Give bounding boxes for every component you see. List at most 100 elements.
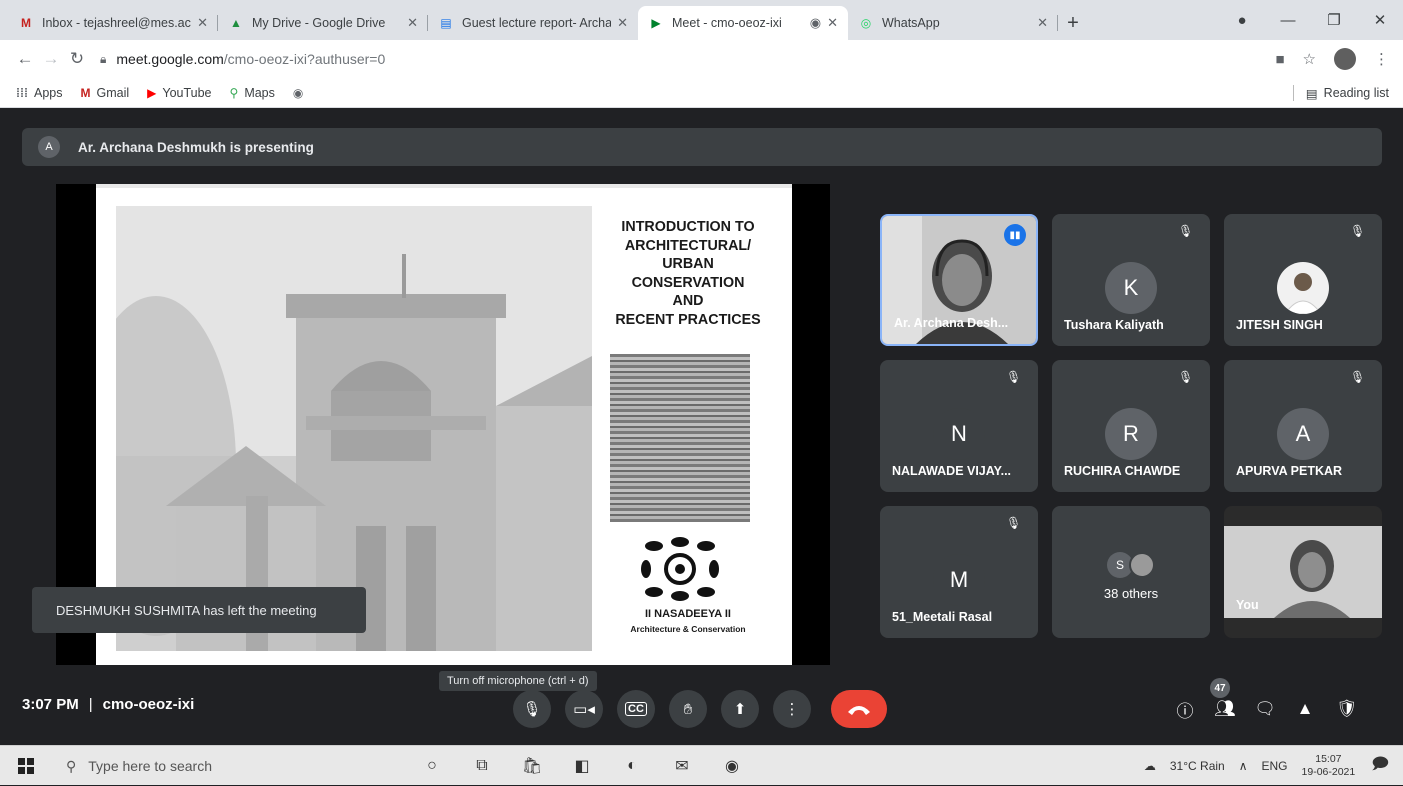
people-icon[interactable]: 👥︎ — [1212, 696, 1238, 722]
globe-icon: ◉ — [292, 85, 304, 100]
tab-whatsapp[interactable]: ◎ WhatsApp ✕ — [848, 6, 1058, 40]
bookmark-star-icon[interactable]: ☆ — [1303, 50, 1316, 68]
mail-icon[interactable]: ✉ — [670, 754, 694, 778]
notifications-icon[interactable]: 🗩︎ — [1371, 753, 1389, 780]
office-icon[interactable]: ◧ — [570, 754, 594, 778]
avatar — [1129, 552, 1155, 578]
cortana-icon[interactable]: ○ — [420, 754, 444, 778]
close-icon[interactable]: ✕ — [197, 15, 208, 31]
meet-app: A Ar. Archana Deshmukh is presenting INT… — [0, 108, 1403, 745]
slide-brand: II NASADEEYA II — [645, 608, 731, 620]
forward-arrow-icon[interactable]: → — [38, 49, 64, 69]
bookmark-youtube[interactable]: ▶ YouTube — [147, 86, 211, 100]
bookmark-globe[interactable]: ◉ — [293, 86, 309, 100]
hang-up-icon — [848, 706, 870, 715]
present-screen-icon: ⬆ — [733, 701, 747, 718]
avatar — [1277, 262, 1329, 314]
reading-list-button[interactable]: ▤ Reading list — [1292, 78, 1389, 108]
captions-button[interactable]: CC — [617, 690, 655, 728]
menu-dots-icon[interactable]: ⋮ — [1374, 50, 1389, 68]
participant-name: Tushara Kaliyath — [1064, 318, 1164, 332]
bookmark-apps[interactable]: ⁞⁞⁞ Apps — [16, 86, 63, 100]
new-tab-button[interactable]: + — [1058, 6, 1088, 40]
restore-icon[interactable]: ❐ — [1311, 11, 1357, 29]
camera-icon: ▭◂ — [573, 701, 595, 718]
participant-tile-others[interactable]: S 38 others — [1052, 506, 1210, 638]
participant-tile-nalawade[interactable]: 🎙︎ N NALAWADE VIJAY... — [880, 360, 1038, 492]
camera-in-use-icon[interactable]: ■ — [1275, 51, 1284, 68]
meeting-details-icon[interactable]: ⓘ — [1172, 696, 1198, 722]
participant-name: JITESH SINGH — [1236, 318, 1323, 332]
mic-off-icon: 🎙︎ — [1006, 370, 1022, 384]
activities-icon[interactable]: ▲ — [1292, 696, 1318, 722]
meet-icon: ▶ — [651, 16, 661, 30]
tab-title: Meet - cmo-oeoz-ixi — [672, 16, 782, 30]
close-icon[interactable]: ✕ — [617, 15, 628, 31]
language-indicator[interactable]: ENG — [1262, 759, 1288, 773]
participant-tile-ruchira[interactable]: 🎙︎ R RUCHIRA CHAWDE — [1052, 360, 1210, 492]
url-field[interactable]: 🔒︎ meet.google.com/cmo-oeoz-ixi?authuser… — [100, 51, 385, 67]
edge-icon[interactable]: ◐ — [620, 754, 644, 778]
reload-icon[interactable]: ↻ — [64, 49, 90, 69]
speaking-indicator-icon: ▮▮ — [1004, 224, 1026, 246]
avatar: A — [1277, 408, 1329, 460]
close-icon[interactable]: ✕ — [407, 15, 418, 31]
address-bar: ← → ↻ 🔒︎ meet.google.com/cmo-oeoz-ixi?au… — [0, 40, 1403, 78]
minimize-icon[interactable]: — — [1265, 12, 1311, 29]
lock-icon: 🔒︎ — [100, 51, 107, 66]
chat-icon[interactable]: 🗨︎ — [1252, 696, 1278, 722]
avatar[interactable] — [1334, 48, 1356, 70]
participant-tile-tushara[interactable]: 🎙︎ K Tushara Kaliyath — [1052, 214, 1210, 346]
mic-off-icon: 🎙︎ — [1006, 516, 1022, 530]
more-options-button[interactable]: ⋮ — [773, 690, 811, 728]
browser-tab-strip: M Inbox - tejashreel@mes.ac.in ✕ ▲ My Dr… — [0, 0, 1403, 40]
camera-button[interactable]: ▭◂ — [565, 690, 603, 728]
more-dots-icon: ⋮ — [784, 701, 800, 718]
participant-tile-presenter[interactable]: ▮▮ Ar. Archana Desh... — [880, 214, 1038, 346]
chevron-up-icon[interactable]: ∧ — [1239, 759, 1248, 773]
task-view-icon[interactable]: ⧉ — [470, 754, 494, 778]
drive-icon: ▲ — [230, 16, 242, 30]
close-icon[interactable]: ✕ — [827, 15, 838, 31]
windows-start-icon[interactable] — [18, 758, 34, 774]
windows-taskbar: ⚲ Type here to search ○ ⧉ 🛍︎ ◧ ◐ ✉ ◉ ☁︎ … — [0, 745, 1403, 785]
bookmark-maps[interactable]: ⚲ Maps — [230, 86, 275, 100]
avatar: N — [933, 408, 985, 460]
tab-drive[interactable]: ▲ My Drive - Google Drive ✕ — [218, 6, 428, 40]
window-close-icon[interactable]: ✕ — [1357, 11, 1403, 29]
system-tray: ☁︎ 31°C Rain ∧ ENG 15:07 19-06-2021 🗩︎ — [1144, 746, 1403, 786]
presenting-banner: A Ar. Archana Deshmukh is presenting — [22, 128, 1382, 166]
chrome-icon[interactable]: ◉ — [720, 754, 744, 778]
microphone-button[interactable]: 🎙︎ — [513, 690, 551, 728]
slide-title: INTRODUCTION TO ARCHITECTURAL/ URBAN CON… — [615, 219, 761, 328]
participant-tile-apurva[interactable]: 🎙︎ A APURVA PETKAR — [1224, 360, 1382, 492]
tab-title: Inbox - tejashreel@mes.ac.in — [42, 16, 192, 30]
slide-brick-texture — [610, 354, 750, 522]
profile-circle-icon[interactable]: ● — [1219, 12, 1265, 29]
host-controls-icon[interactable]: 🛡︎ — [1334, 696, 1360, 722]
leave-call-button[interactable] — [831, 690, 887, 728]
tab-gmail[interactable]: M Inbox - tejashreel@mes.ac.in ✕ — [8, 6, 218, 40]
tab-title: My Drive - Google Drive — [252, 16, 386, 30]
avatar: K — [1105, 262, 1157, 314]
participant-tile-meetali[interactable]: 🎙︎ M 51_Meetali Rasal — [880, 506, 1038, 638]
participant-tile-jitesh[interactable]: 🎙︎ JITESH SINGH — [1224, 214, 1382, 346]
raise-hand-button[interactable]: ✋︎ — [669, 690, 707, 728]
close-icon[interactable]: ✕ — [1037, 15, 1048, 31]
self-video — [1224, 526, 1382, 618]
url-path: /cmo-oeoz-ixi?authuser=0 — [223, 51, 386, 67]
participant-tile-self[interactable]: You — [1224, 506, 1382, 638]
store-icon[interactable]: 🛍︎ — [520, 754, 544, 778]
search-placeholder: Type here to search — [88, 758, 213, 774]
bookmark-gmail[interactable]: M Gmail — [81, 86, 130, 100]
weather-text[interactable]: 31°C Rain — [1170, 759, 1225, 773]
taskbar-search[interactable]: ⚲ Type here to search — [50, 750, 400, 782]
back-arrow-icon[interactable]: ← — [12, 49, 38, 69]
captions-icon: CC — [625, 702, 647, 716]
mic-off-icon: 🎙︎ — [1350, 224, 1366, 238]
system-clock[interactable]: 15:07 19-06-2021 — [1302, 753, 1356, 779]
present-button[interactable]: ⬆ — [721, 690, 759, 728]
slide-brand-sub: Architecture & Conservation — [630, 624, 746, 634]
tab-docs[interactable]: ▤ Guest lecture report- Archana ✕ — [428, 6, 638, 40]
tab-meet[interactable]: ▶ Meet - cmo-oeoz-ixi ◉ ✕ — [638, 6, 848, 40]
